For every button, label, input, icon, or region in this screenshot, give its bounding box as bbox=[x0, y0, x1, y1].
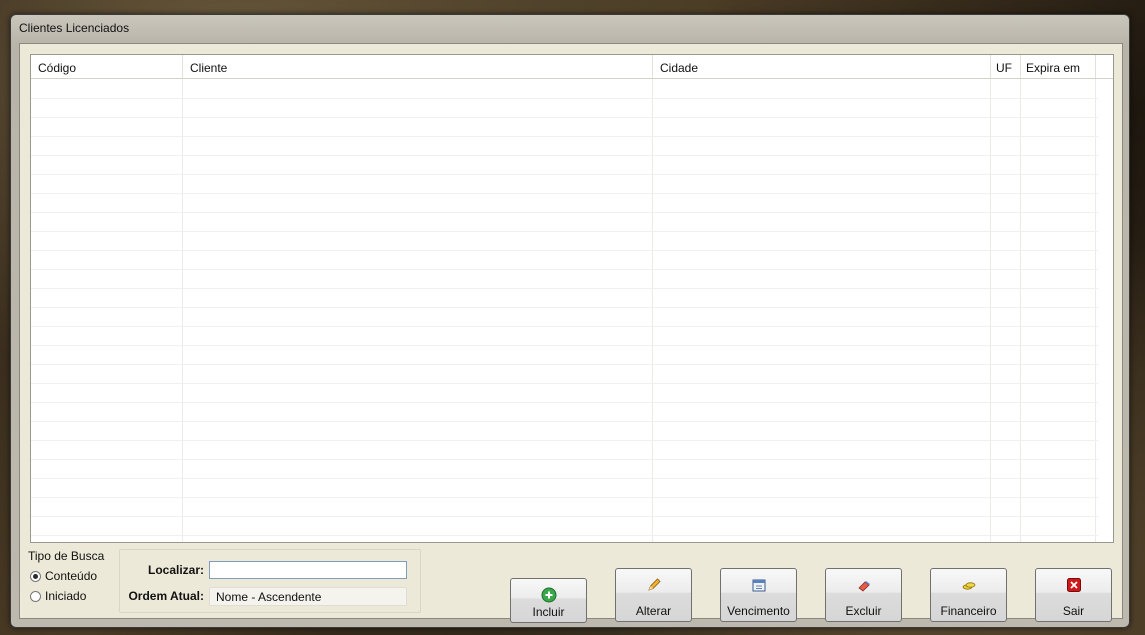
ordem-value: Nome - Ascendente bbox=[209, 587, 407, 606]
incluir-label: Incluir bbox=[532, 605, 565, 619]
table-row[interactable] bbox=[31, 383, 1098, 403]
incluir-button[interactable]: Incluir bbox=[510, 578, 587, 623]
table-row[interactable] bbox=[31, 459, 1098, 479]
radio-iniciado[interactable]: Iniciado bbox=[30, 588, 86, 604]
client-area: Código Cliente Cidade UF Expira em Tipo … bbox=[19, 43, 1123, 623]
radio-iniciado-indicator[interactable] bbox=[30, 590, 41, 602]
window-title: Clientes Licenciados bbox=[19, 21, 130, 35]
excluir-label: Excluir bbox=[845, 604, 882, 618]
search-type-group: Tipo de Busca Conteúdo Iniciado bbox=[26, 547, 113, 613]
alterar-button[interactable]: Alterar bbox=[615, 568, 692, 622]
column-header-filler bbox=[1096, 55, 1113, 78]
table-row[interactable] bbox=[31, 193, 1098, 213]
sair-label: Sair bbox=[1062, 604, 1085, 618]
radio-conteudo[interactable]: Conteúdo bbox=[30, 568, 97, 584]
alterar-label: Alterar bbox=[635, 604, 672, 618]
pencil-icon bbox=[647, 578, 661, 591]
table-row[interactable] bbox=[31, 516, 1098, 536]
table-row[interactable] bbox=[31, 117, 1098, 137]
table-row[interactable] bbox=[31, 136, 1098, 156]
title-bar[interactable]: Clientes Licenciados bbox=[11, 15, 1129, 41]
table-row[interactable] bbox=[31, 345, 1098, 365]
localizar-input[interactable] bbox=[209, 561, 407, 579]
grid-body[interactable] bbox=[31, 79, 1113, 542]
radio-iniciado-label: Iniciado bbox=[45, 589, 87, 603]
column-header-codigo[interactable]: Código bbox=[31, 55, 183, 78]
table-row[interactable] bbox=[31, 497, 1098, 517]
radio-conteudo-label: Conteúdo bbox=[45, 569, 98, 583]
column-header-cliente[interactable]: Cliente bbox=[183, 55, 653, 78]
vencimento-button[interactable]: Vencimento bbox=[720, 568, 797, 622]
table-row[interactable] bbox=[31, 307, 1098, 327]
grid-header: Código Cliente Cidade UF Expira em bbox=[31, 55, 1113, 79]
add-icon bbox=[541, 587, 556, 603]
financeiro-button[interactable]: Financeiro bbox=[930, 568, 1007, 622]
table-row[interactable] bbox=[31, 231, 1098, 251]
table-row[interactable] bbox=[31, 364, 1098, 384]
table-row[interactable] bbox=[31, 155, 1098, 175]
eraser-icon bbox=[857, 581, 870, 592]
table-row[interactable] bbox=[31, 79, 1098, 99]
table-row[interactable] bbox=[31, 326, 1098, 346]
table-row[interactable] bbox=[31, 478, 1098, 498]
search-panel: Localizar: Ordem Atual: Nome - Ascendent… bbox=[119, 549, 421, 613]
table-row[interactable] bbox=[31, 269, 1098, 289]
table-row[interactable] bbox=[31, 98, 1098, 118]
column-header-uf[interactable]: UF bbox=[991, 55, 1021, 78]
table-row[interactable] bbox=[31, 288, 1098, 308]
clientes-window: Clientes Licenciados Código Cliente Cida… bbox=[10, 14, 1130, 628]
radio-conteudo-indicator[interactable] bbox=[30, 570, 41, 582]
table-row[interactable] bbox=[31, 421, 1098, 441]
clients-grid[interactable]: Código Cliente Cidade UF Expira em bbox=[30, 54, 1114, 543]
localizar-label: Localizar: bbox=[147, 563, 204, 577]
ordem-label: Ordem Atual: bbox=[128, 589, 204, 603]
table-row[interactable] bbox=[31, 212, 1098, 232]
table-row[interactable] bbox=[31, 250, 1098, 270]
column-header-expira[interactable]: Expira em bbox=[1021, 55, 1096, 78]
coins-icon bbox=[962, 582, 975, 590]
table-row[interactable] bbox=[31, 402, 1098, 422]
calendar-icon bbox=[752, 579, 765, 592]
close-icon bbox=[1066, 578, 1081, 592]
table-row[interactable] bbox=[31, 174, 1098, 194]
column-header-cidade[interactable]: Cidade bbox=[653, 55, 991, 78]
vencimento-label: Vencimento bbox=[727, 604, 790, 618]
financeiro-label: Financeiro bbox=[940, 604, 997, 618]
search-type-label: Tipo de Busca bbox=[28, 549, 105, 563]
sair-button[interactable]: Sair bbox=[1035, 568, 1112, 622]
excluir-button[interactable]: Excluir bbox=[825, 568, 902, 622]
table-row[interactable] bbox=[31, 440, 1098, 460]
